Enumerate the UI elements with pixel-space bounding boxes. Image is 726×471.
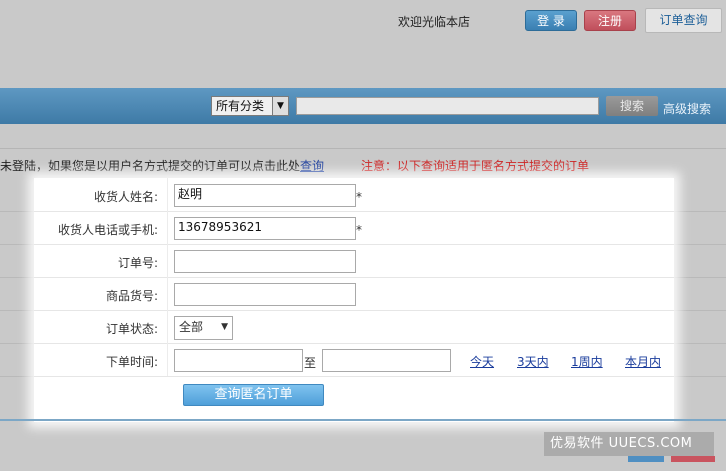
anonymous-notice: 注意：以下查询适用于匿名方式提交的订单 bbox=[361, 159, 590, 173]
product-sku-label: 商品货号: bbox=[105, 289, 158, 303]
receiver-name-label: 收货人姓名: bbox=[93, 190, 158, 204]
footer-divider bbox=[0, 419, 726, 421]
column-divider bbox=[167, 343, 168, 376]
query-anonymous-order-button[interactable]: 查询匿名订单 bbox=[183, 384, 324, 406]
user-order-query-link[interactable]: 查询 bbox=[300, 159, 324, 173]
search-button[interactable]: 搜索 bbox=[606, 96, 658, 116]
form-row-order-time: 下单时间: 至 今天 3天内 1周内 本月内 bbox=[34, 343, 674, 377]
order-time-label: 下单时间: bbox=[105, 355, 158, 369]
search-input[interactable] bbox=[296, 97, 599, 115]
quick-range-today[interactable]: 今天 bbox=[470, 353, 494, 370]
footer-button-partial bbox=[628, 456, 664, 462]
receiver-phone-label: 收货人电话或手机: bbox=[57, 223, 158, 237]
quick-range-this-month[interactable]: 本月内 bbox=[625, 353, 661, 370]
login-notice-text: 未登陆，如果您是以用户名方式提交的订单可以点击此处 bbox=[0, 159, 301, 173]
date-range-separator: 至 bbox=[304, 356, 317, 370]
required-mark: * bbox=[356, 190, 362, 204]
order-status-label: 订单状态: bbox=[105, 322, 158, 336]
product-sku-input[interactable] bbox=[174, 283, 356, 306]
column-divider bbox=[167, 310, 168, 343]
column-divider bbox=[167, 244, 168, 277]
start-date-input[interactable] bbox=[174, 349, 303, 372]
column-divider bbox=[167, 211, 168, 244]
login-notice: 未登陆，如果您是以用户名方式提交的订单可以点击此处查询 bbox=[0, 157, 324, 174]
form-row-receiver-phone: 收货人电话或手机: 13678953621 * bbox=[34, 211, 674, 245]
receiver-name-input[interactable]: 赵明 bbox=[174, 184, 356, 207]
login-button[interactable]: 登 录 bbox=[525, 10, 577, 31]
order-no-input[interactable] bbox=[174, 250, 356, 273]
form-row-product-sku: 商品货号: bbox=[34, 277, 674, 311]
quick-range-3days[interactable]: 3天内 bbox=[517, 353, 549, 370]
chevron-down-icon: ▼ bbox=[221, 322, 228, 332]
register-button[interactable]: 注册 bbox=[584, 10, 636, 31]
column-divider bbox=[167, 178, 168, 211]
category-select-value: 所有分类 bbox=[216, 99, 265, 113]
form-row-receiver-name: 收货人姓名: 赵明 * bbox=[34, 178, 674, 212]
receiver-phone-input[interactable]: 13678953621 bbox=[174, 217, 356, 240]
category-select[interactable]: 所有分类 ▼ bbox=[211, 96, 289, 116]
chevron-down-icon[interactable]: ▼ bbox=[272, 97, 288, 115]
advanced-search-link[interactable]: 高级搜索 bbox=[663, 100, 711, 117]
quick-range-1week[interactable]: 1周内 bbox=[571, 353, 603, 370]
column-divider bbox=[167, 277, 168, 310]
order-query-button[interactable]: 订单查询 bbox=[645, 8, 722, 33]
order-status-select[interactable]: 全部 ▼ bbox=[174, 316, 233, 340]
form-row-order-status: 订单状态: 全部 ▼ bbox=[34, 310, 674, 344]
welcome-text: 欢迎光临本店 bbox=[398, 15, 471, 29]
order-no-label: 订单号: bbox=[117, 256, 158, 270]
anonymous-order-query-form: 收货人姓名: 赵明 * 收货人电话或手机: 13678953621 * 订单号:… bbox=[34, 178, 674, 422]
footer-button-partial bbox=[671, 456, 715, 462]
watermark: 优易软件 UUECS.COM bbox=[544, 432, 714, 456]
required-mark: * bbox=[356, 223, 362, 237]
end-date-input[interactable] bbox=[322, 349, 451, 372]
order-status-value: 全部 bbox=[179, 320, 204, 334]
form-row-order-no: 订单号: bbox=[34, 244, 674, 278]
